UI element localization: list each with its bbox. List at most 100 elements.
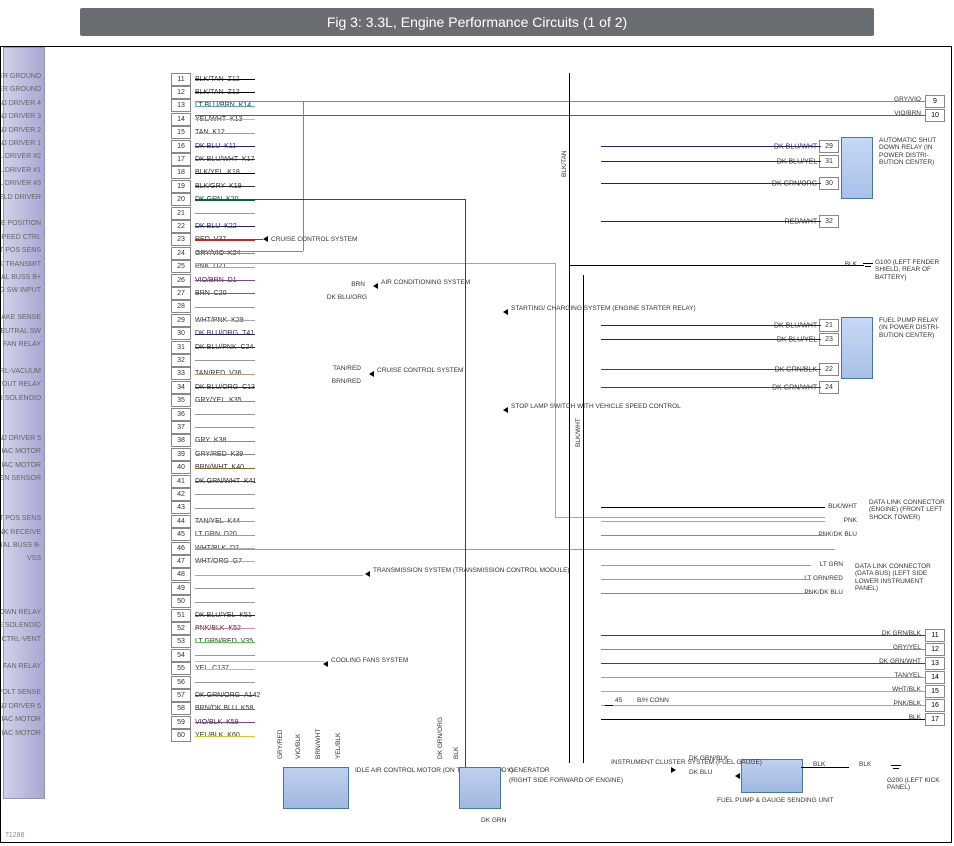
pin-40-number: 40 xyxy=(171,461,191,474)
exit-line-12 xyxy=(601,649,925,650)
exit-line-13 xyxy=(601,663,925,664)
pin-27-label: A/C CYCLING SW INPUT xyxy=(0,287,45,294)
pin-52-number: 52 xyxy=(171,622,191,635)
bus-blkwht xyxy=(583,275,584,763)
exit-line-15 xyxy=(601,691,925,692)
wire-pnk-v xyxy=(555,263,556,517)
pin-18-number: 18 xyxy=(171,166,191,179)
pin-41-stub xyxy=(195,481,255,482)
wire-dkgrn-v xyxy=(465,199,466,791)
exit-wire-13: DK GRN/WHT xyxy=(879,658,921,665)
pin-41-number: 41 xyxy=(171,475,191,488)
wire-red-v37 xyxy=(195,239,263,240)
pin-20-label: GEN FIELD DRIVER xyxy=(0,194,45,201)
arrow-ics xyxy=(671,767,676,773)
callout-start: STARTING/ CHARGING SYSTEM (ENGINE STARTE… xyxy=(511,305,696,312)
arrow-start xyxy=(503,309,508,315)
asd-wire-29 xyxy=(601,146,821,147)
exit-wire-17: BLK xyxy=(909,714,921,721)
exit-pin-16: 16 xyxy=(925,699,945,712)
pin-47-stub xyxy=(195,561,255,562)
exit-pin-15: 15 xyxy=(925,685,945,698)
bus-blktan-label: BLK/TAN xyxy=(561,150,568,177)
pin-30-label: PARK/NEUTRAL SW xyxy=(0,328,45,335)
wiring-diagram: POWER GROUND11BLK/TAN Z12POWER GROUND12B… xyxy=(0,46,952,843)
wire-9 xyxy=(195,101,925,102)
exit-wire-11: DK GRN/BLK xyxy=(882,630,921,637)
dlc-bus-line-2 xyxy=(601,593,811,594)
wire-brn-label: BRN xyxy=(335,281,365,288)
pin-15-label: INJ DRIVER 2 xyxy=(0,127,45,134)
pin-31-stub xyxy=(195,347,255,348)
pin-27-number: 27 xyxy=(171,287,191,300)
exit-pin-10: 10 xyxy=(925,109,945,122)
dlc-bus-wire-0: LT GRN xyxy=(820,561,843,568)
fpr-wire-24 xyxy=(601,387,821,388)
pin-45-stub xyxy=(195,535,255,536)
exit-wire-9: GRY/VIO xyxy=(894,96,921,103)
pin-17-number: 17 xyxy=(171,153,191,166)
pin-16-stub xyxy=(195,146,255,147)
pin-12-number: 12 xyxy=(171,86,191,99)
pin-25-number: 25 xyxy=(171,260,191,273)
wire-fp-blk xyxy=(801,767,849,768)
pin-51-number: 51 xyxy=(171,609,191,622)
fpr-wire-23 xyxy=(601,339,821,340)
pin-41-label: HTD OXYGEN SENSOR xyxy=(0,475,45,482)
pin-46-label: SERIAL BUSS B- xyxy=(0,542,45,549)
pin-34-stub xyxy=(195,387,255,388)
bus-blkwht-label: BLK/WHT xyxy=(575,418,582,447)
pin-55-number: 55 xyxy=(171,662,191,675)
pin-row-49: 49 xyxy=(47,582,195,594)
dlc-bus-line-1 xyxy=(601,579,811,580)
dlc-bus-label: DATA LINK CONNECTOR (DATA BUS) (LEFT SID… xyxy=(855,563,945,593)
wire-yel-h xyxy=(195,661,325,662)
pin-17-stub xyxy=(195,159,255,160)
pin-14-stub xyxy=(195,119,255,120)
asd-pin-32-num: 32 xyxy=(819,215,839,228)
arrow-cruise1 xyxy=(263,236,268,242)
pin-28-number: 28 xyxy=(171,300,191,313)
exit-pin-12: 12 xyxy=(925,643,945,656)
pin-13-label: INJ DRIVER 4 xyxy=(0,100,45,107)
callout-stop: STOP LAMP SWITCH WITH VEHICLE SPEED CONT… xyxy=(511,403,681,410)
generator xyxy=(459,767,501,809)
pin-22-label: THROTTLE POSITION xyxy=(0,220,45,227)
pin-11-label: POWER GROUND xyxy=(0,73,45,80)
pin-60-label: IAC MOTOR xyxy=(0,730,45,737)
generator-label: GENERATOR xyxy=(509,767,550,774)
pin-11-number: 11 xyxy=(171,73,191,86)
pin-35-number: 35 xyxy=(171,394,191,407)
pin-44-label: CAMSHAFT POS SENS xyxy=(0,515,45,522)
pin-12-stub xyxy=(195,92,255,93)
asd-pin-29-num: 29 xyxy=(819,140,839,153)
pin-19-stub xyxy=(195,186,255,187)
bus-blktan xyxy=(569,73,570,763)
iac-w2: VIO/BLK xyxy=(295,734,302,759)
pin-14-number: 14 xyxy=(171,113,191,126)
pin-row-56: 56 xyxy=(47,676,195,688)
pin-55-label: HIGHT SPEED FAN RELAY xyxy=(0,663,45,670)
document-id: 71286 xyxy=(5,832,24,839)
fpr-pin-23-num: 23 xyxy=(819,333,839,346)
wire-tanred-label: TAN/RED xyxy=(321,365,361,372)
pin-31-label: LOW SPEED FAN RELAY xyxy=(0,341,45,348)
pin-40-stub xyxy=(195,468,255,469)
pin-13-stub xyxy=(195,106,255,107)
pin-59-number: 59 xyxy=(171,716,191,729)
pin-37-number: 37 xyxy=(171,421,191,434)
dlc-eng-line-1 xyxy=(601,521,825,522)
pin-49-number: 49 xyxy=(171,582,191,595)
pin-24-number: 24 xyxy=(171,247,191,260)
wire-ltgrn-h xyxy=(195,549,835,550)
pin-21-stub xyxy=(195,213,255,214)
asd-wire-31 xyxy=(601,161,821,162)
exit-line-16 xyxy=(601,705,925,706)
wire-gryvio-24h xyxy=(195,251,303,252)
figure-title: Fig 3: 3.3L, Engine Performance Circuits… xyxy=(80,8,874,36)
pin-20-number: 20 xyxy=(171,193,191,206)
callout-ac: AIR CONDITIONING SYSTEM xyxy=(381,279,470,286)
exit-line-11 xyxy=(601,635,925,636)
pin-49-stub xyxy=(195,588,255,589)
pin-17-label: IGN COIL DRIVER #2 xyxy=(0,153,45,160)
